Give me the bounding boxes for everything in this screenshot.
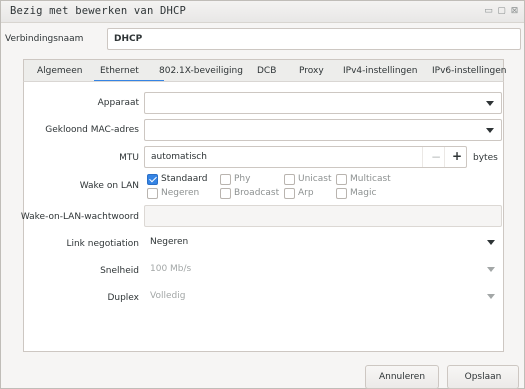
wol-password-input[interactable] [144,205,502,227]
tab-bar: Algemeen Ethernet 802.1X-beveiliging DCB… [23,59,507,82]
wol-phy-checkbox[interactable] [220,174,231,185]
wol-unicast-label: Unicast [298,174,332,184]
mtu-unit-label: bytes [473,153,498,163]
connection-name-input[interactable]: DHCP [107,28,521,50]
connection-name-row: Verbindingsnaam DHCP [1,23,524,53]
tab-8021x-security[interactable]: 802.1X-beveiliging [159,66,243,76]
chevron-down-icon [486,128,494,133]
tab-proxy[interactable]: Proxy [299,66,324,76]
tab-dcb[interactable]: DCB [257,66,276,76]
chevron-down-icon [487,240,495,245]
wol-arp-checkbox[interactable] [284,188,295,199]
tab-ipv4-settings[interactable]: IPv4-instellingen [343,66,418,76]
minimize-icon[interactable]: ▭ [483,6,494,17]
wol-multicast-label: Multicast [350,174,391,184]
chevron-down-icon [487,294,495,299]
speed-combobox[interactable]: 100 Mb/s [144,259,502,281]
wol-magic-checkbox[interactable] [336,188,347,199]
wol-negeren-checkbox[interactable] [147,188,158,199]
mtu-spinbutton[interactable]: automatisch − + [144,146,467,168]
wol-standaard-checkbox[interactable] [147,174,158,185]
cancel-button[interactable]: Annuleren [365,365,439,389]
cloned-mac-combobox[interactable] [144,119,502,141]
wol-broadcast-label: Broadcast [234,188,280,198]
tab-ethernet[interactable]: Ethernet [100,66,139,76]
mtu-value: automatisch [151,152,207,162]
chevron-down-icon [486,101,494,106]
window-title: Bezig met bewerken van DHCP [10,5,187,17]
wake-on-lan-label: Wake on LAN [79,181,139,191]
duplex-combobox[interactable]: Volledig [144,286,502,308]
wol-password-label: Wake-on-LAN-wachtwoord [20,212,139,222]
dialog-window: Bezig met bewerken van DHCP ▭ ▢ ⊠ Verbin… [0,0,525,389]
device-label: Apparaat [97,98,139,108]
chevron-down-icon [487,267,495,272]
wol-arp-label: Arp [298,188,314,198]
close-icon[interactable]: ⊠ [509,6,520,17]
link-negotiation-label: Link negotiation [66,239,139,249]
wol-standaard-label: Standaard [161,174,208,184]
connection-name-label: Verbindingsnaam [5,34,84,44]
wol-phy-label: Phy [234,174,251,184]
wol-magic-label: Magic [350,188,377,198]
link-negotiation-combobox[interactable]: Negeren [144,232,502,254]
mtu-decrement-button[interactable]: − [431,150,441,164]
wol-negeren-label: Negeren [161,188,200,198]
duplex-label: Duplex [107,293,139,303]
maximize-icon[interactable]: ▢ [496,6,507,17]
wol-broadcast-checkbox[interactable] [220,188,231,199]
tab-ipv6-settings[interactable]: IPv6-instellingen [432,66,507,76]
cloned-mac-label: Gekloond MAC-adres [45,125,139,135]
device-combobox[interactable] [144,92,502,114]
speed-label: Snelheid [100,266,139,276]
mtu-increment-button[interactable]: + [452,149,462,163]
mtu-label: MTU [119,153,139,163]
tab-algemeen[interactable]: Algemeen [37,66,82,76]
ethernet-panel: Apparaat Gekloond MAC-adres MTU automati… [20,81,504,352]
wol-unicast-checkbox[interactable] [284,174,295,185]
wol-multicast-checkbox[interactable] [336,174,347,185]
save-button[interactable]: Opslaan [447,365,519,389]
titlebar: Bezig met bewerken van DHCP ▭ ▢ ⊠ [1,1,524,23]
